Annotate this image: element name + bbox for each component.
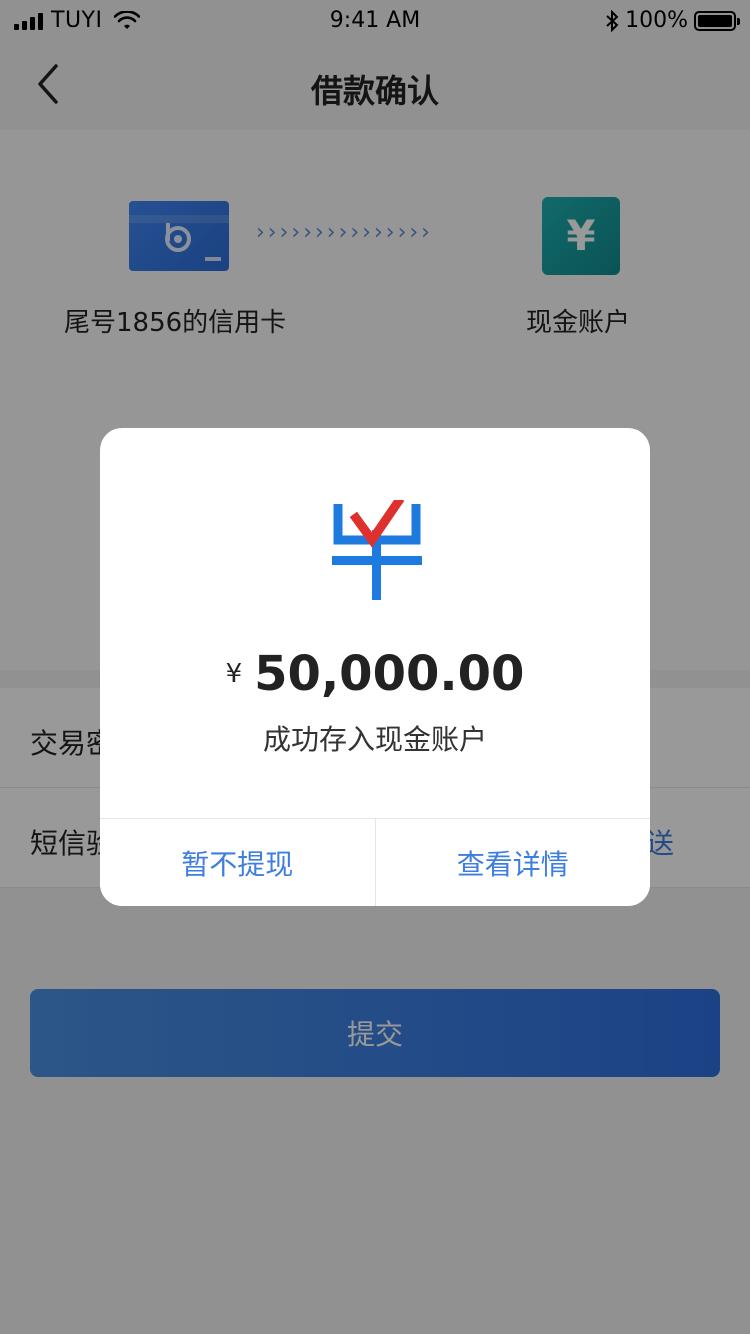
cancel-withdraw-button[interactable]: 暂不提现 — [100, 819, 375, 906]
success-message: 成功存入现金账户 — [262, 723, 487, 756]
amount-value: 50,000.00 — [254, 646, 525, 702]
dialog-actions: 暂不提现 查看详情 — [100, 818, 650, 906]
amount-display: ¥50,000.00 — [100, 646, 650, 702]
currency-symbol: ¥ — [225, 659, 243, 689]
success-dialog: ¥50,000.00 成功存入现金账户 暂不提现 查看详情 — [100, 428, 650, 906]
success-check-icon — [332, 500, 422, 600]
view-details-button[interactable]: 查看详情 — [374, 819, 650, 906]
